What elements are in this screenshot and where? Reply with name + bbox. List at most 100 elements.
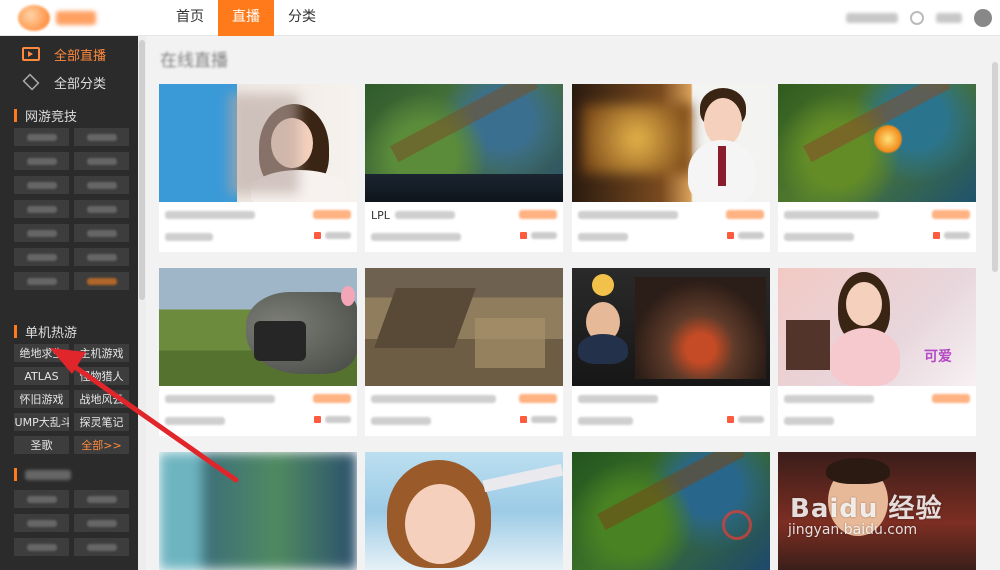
category-tag[interactable] xyxy=(14,176,69,194)
stream-card[interactable] xyxy=(572,268,770,436)
stream-card[interactable] xyxy=(159,452,357,570)
stream-thumbnail xyxy=(572,452,770,570)
sidebar: 全部直播 全部分类 网游竞技 单机热游 绝地求生 主机游戏 ATLAS 怪物猎人 xyxy=(0,36,138,570)
stream-meta xyxy=(572,202,770,252)
stream-title xyxy=(165,395,275,403)
stream-thumbnail xyxy=(365,452,563,570)
history-link[interactable] xyxy=(846,13,898,23)
sidebar-item-label: 全部直播 xyxy=(54,48,107,64)
stream-thumbnail xyxy=(159,452,357,570)
category-tag-anthem[interactable]: 圣歌 xyxy=(14,436,69,454)
category-tag[interactable] xyxy=(74,176,129,194)
section-title: 单机热游 xyxy=(25,326,78,341)
top-navigation-bar: 首页 直播 分类 xyxy=(0,0,1000,36)
category-badge xyxy=(726,210,764,219)
settings-icon[interactable] xyxy=(974,9,992,27)
online-games-grid xyxy=(14,128,129,290)
stream-title xyxy=(784,395,874,403)
category-tag[interactable] xyxy=(14,538,69,556)
page-scrollbar[interactable] xyxy=(988,36,1000,570)
category-more[interactable]: 全部>> xyxy=(74,436,129,454)
stream-title: LPL xyxy=(371,209,390,222)
stream-card[interactable] xyxy=(572,84,770,252)
category-tag[interactable] xyxy=(74,248,129,266)
stream-meta xyxy=(778,386,976,436)
viewer-icon xyxy=(520,416,527,423)
category-tag[interactable] xyxy=(74,152,129,170)
sidebar-scroll-thumb[interactable] xyxy=(139,40,145,300)
category-tag-jump[interactable]: JUMP大乱斗 xyxy=(14,413,69,431)
category-tag[interactable] xyxy=(74,200,129,218)
page-scroll-thumb[interactable] xyxy=(992,62,998,272)
category-badge xyxy=(519,394,557,403)
section-marker xyxy=(14,468,17,481)
stream-title xyxy=(784,211,879,219)
category-tag-retro[interactable]: 怀旧游戏 xyxy=(14,390,69,408)
category-tag[interactable] xyxy=(74,490,129,508)
single-player-grid: 绝地求生 主机游戏 ATLAS 怪物猎人 怀旧游戏 战地风云 JUMP大乱斗 探… xyxy=(14,344,129,454)
stream-meta: LPL xyxy=(365,202,563,252)
category-tag[interactable] xyxy=(74,128,129,146)
stream-title xyxy=(371,395,496,403)
stream-card[interactable] xyxy=(159,268,357,436)
login-link[interactable] xyxy=(936,13,962,23)
streamer-name xyxy=(784,417,834,425)
stream-card[interactable] xyxy=(365,268,563,436)
viewer-count xyxy=(314,232,351,239)
section-blurred xyxy=(14,468,71,481)
stream-meta xyxy=(778,202,976,252)
stream-title-rest xyxy=(395,211,455,219)
nav-live[interactable]: 直播 xyxy=(218,0,274,36)
category-tag-console[interactable]: 主机游戏 xyxy=(74,344,129,362)
category-tag-pubg[interactable]: 绝地求生 xyxy=(14,344,69,362)
stream-card[interactable]: 可爱 xyxy=(778,268,976,436)
category-tag[interactable] xyxy=(14,248,69,266)
category-tag[interactable] xyxy=(14,272,69,290)
category-tag[interactable] xyxy=(14,224,69,242)
category-tag[interactable] xyxy=(74,224,129,242)
category-more[interactable] xyxy=(74,272,129,290)
category-tag[interactable] xyxy=(14,152,69,170)
viewer-count xyxy=(314,416,351,423)
category-tag-ghost-notes[interactable]: 探灵笔记 xyxy=(74,413,129,431)
stream-meta xyxy=(572,386,770,436)
header-actions xyxy=(846,0,992,36)
stream-title xyxy=(578,211,678,219)
site-logo[interactable] xyxy=(18,2,123,34)
viewer-count xyxy=(727,232,764,239)
sidebar-item-all-categories[interactable]: 全部分类 xyxy=(0,68,138,96)
section-marker xyxy=(14,109,17,122)
category-tag[interactable] xyxy=(14,490,69,508)
category-tag-atlas[interactable]: ATLAS xyxy=(14,367,69,385)
section-title: 网游竞技 xyxy=(25,110,78,125)
stream-title xyxy=(165,211,255,219)
category-tag[interactable] xyxy=(14,200,69,218)
category-tag[interactable] xyxy=(14,514,69,532)
blurred-grid xyxy=(14,490,129,556)
nav-home[interactable]: 首页 xyxy=(162,0,218,36)
user-icon[interactable] xyxy=(910,11,924,25)
sidebar-item-all-live[interactable]: 全部直播 xyxy=(0,40,138,68)
category-tag-monster-hunter[interactable]: 怪物猎人 xyxy=(74,367,129,385)
category-badge xyxy=(519,210,557,219)
section-marker xyxy=(14,325,17,338)
stream-card[interactable] xyxy=(572,452,770,570)
stream-card[interactable] xyxy=(778,84,976,252)
baidu-watermark: Baidu 经验 xyxy=(790,494,943,524)
layers-icon xyxy=(22,73,40,91)
viewer-count xyxy=(933,232,970,239)
nav-category[interactable]: 分类 xyxy=(274,0,330,36)
stream-card[interactable] xyxy=(159,84,357,252)
category-tag[interactable] xyxy=(74,538,129,556)
stream-card[interactable]: LPL xyxy=(365,84,563,252)
stream-title xyxy=(578,395,658,403)
stream-thumbnail xyxy=(572,84,770,202)
viewer-icon xyxy=(520,232,527,239)
stream-thumbnail: 可爱 xyxy=(778,268,976,386)
stream-card[interactable] xyxy=(365,452,563,570)
category-tag[interactable] xyxy=(14,128,69,146)
category-tag[interactable] xyxy=(74,514,129,532)
category-tag-battlefield[interactable]: 战地风云 xyxy=(74,390,129,408)
sidebar-scrollbar[interactable] xyxy=(138,36,146,570)
viewer-count xyxy=(520,416,557,423)
